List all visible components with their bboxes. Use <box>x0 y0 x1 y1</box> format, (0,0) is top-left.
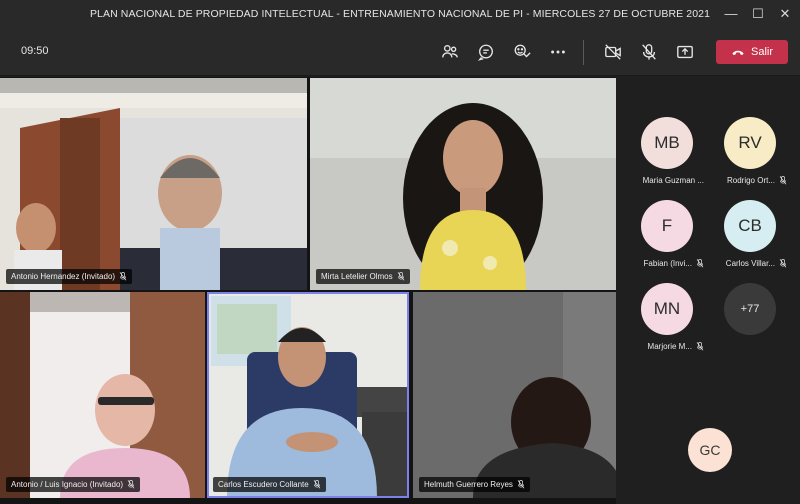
mic-off-icon <box>517 480 525 489</box>
video-feed <box>0 78 307 290</box>
mic-off-icon[interactable] <box>636 40 662 64</box>
mic-off-icon <box>779 176 787 185</box>
leave-button[interactable]: Salir <box>716 40 788 64</box>
video-tile[interactable]: Mirta Letelier Olmos <box>310 78 616 290</box>
roster-participant[interactable]: MN Marjorie M... <box>626 283 706 363</box>
avatar: CB <box>724 200 776 252</box>
meeting-toolbar: 09:50 <box>0 28 800 76</box>
participant-name: Carlos Villar... <box>709 259 789 268</box>
video-tile-active-speaker[interactable]: Carlos Escudero Collante <box>207 292 409 498</box>
participant-nametag: Antonio / Luis Ignacio (Invitado) <box>6 477 141 492</box>
video-feed <box>310 78 616 290</box>
mic-off-icon <box>313 480 321 489</box>
roster-participant[interactable]: F Fabian (Invi... <box>626 200 706 280</box>
video-stage: Antonio Hernandez (Invitado) Mirta Letel… <box>0 77 616 504</box>
avatar: F <box>641 200 693 252</box>
participant-nametag: Antonio Hernandez (Invitado) <box>6 269 133 284</box>
mic-off-icon <box>696 342 704 351</box>
participant-nametag: Mirta Letelier Olmos <box>316 269 410 284</box>
roster-participant[interactable]: CB Carlos Villar... <box>709 200 789 280</box>
overflow-count: +77 <box>724 283 776 335</box>
chat-icon[interactable] <box>473 40 499 64</box>
video-tile[interactable]: Helmuth Guerrero Reyes <box>413 292 616 498</box>
participant-name: Marjorie M... <box>626 342 706 351</box>
window-title: PLAN NACIONAL DE PROPIEDAD INTELECTUAL -… <box>89 8 711 20</box>
maximize-icon[interactable]: ☐ <box>745 3 771 25</box>
participant-name: Fabian (Invi... <box>626 259 706 268</box>
participant-name: Maria Guzman ... <box>642 176 704 185</box>
mic-off-icon <box>127 480 135 489</box>
mic-off-icon <box>779 259 787 268</box>
avatar: MN <box>641 283 693 335</box>
video-feed <box>0 292 205 498</box>
participant-nametag: Carlos Escudero Collante <box>213 477 326 492</box>
close-icon[interactable]: ✕ <box>772 3 798 25</box>
video-feed <box>413 292 616 498</box>
avatar: RV <box>724 117 776 169</box>
share-icon[interactable] <box>672 40 698 64</box>
video-feed <box>207 292 409 498</box>
participant-nametag: Helmuth Guerrero Reyes <box>419 477 530 492</box>
reactions-icon[interactable] <box>509 40 535 64</box>
self-view-avatar[interactable]: GC <box>688 428 732 472</box>
camera-off-icon[interactable] <box>600 40 626 64</box>
minimize-icon[interactable]: — <box>718 3 744 25</box>
roster-participant[interactable]: MB Maria Guzman ... <box>626 117 706 197</box>
toolbar-divider <box>583 40 584 65</box>
mic-off-icon <box>119 272 127 281</box>
mic-off-icon <box>696 259 704 268</box>
leave-label: Salir <box>750 46 773 58</box>
roster-participant[interactable]: RV Rodrigo Ort... <box>709 117 789 197</box>
title-bar: PLAN NACIONAL DE PROPIEDAD INTELECTUAL -… <box>0 0 800 28</box>
people-icon[interactable] <box>437 40 463 64</box>
participant-name: Rodrigo Ort... <box>709 176 789 185</box>
phone-icon <box>732 50 744 56</box>
more-icon[interactable] <box>545 40 571 64</box>
more-participants-button[interactable]: +77 <box>709 283 789 363</box>
video-tile[interactable]: Antonio Hernandez (Invitado) <box>0 78 307 290</box>
meeting-timer: 09:50 <box>21 45 49 57</box>
avatar: MB <box>641 117 693 169</box>
video-tile[interactable]: Antonio / Luis Ignacio (Invitado) <box>0 292 205 498</box>
mic-off-icon <box>397 272 404 281</box>
